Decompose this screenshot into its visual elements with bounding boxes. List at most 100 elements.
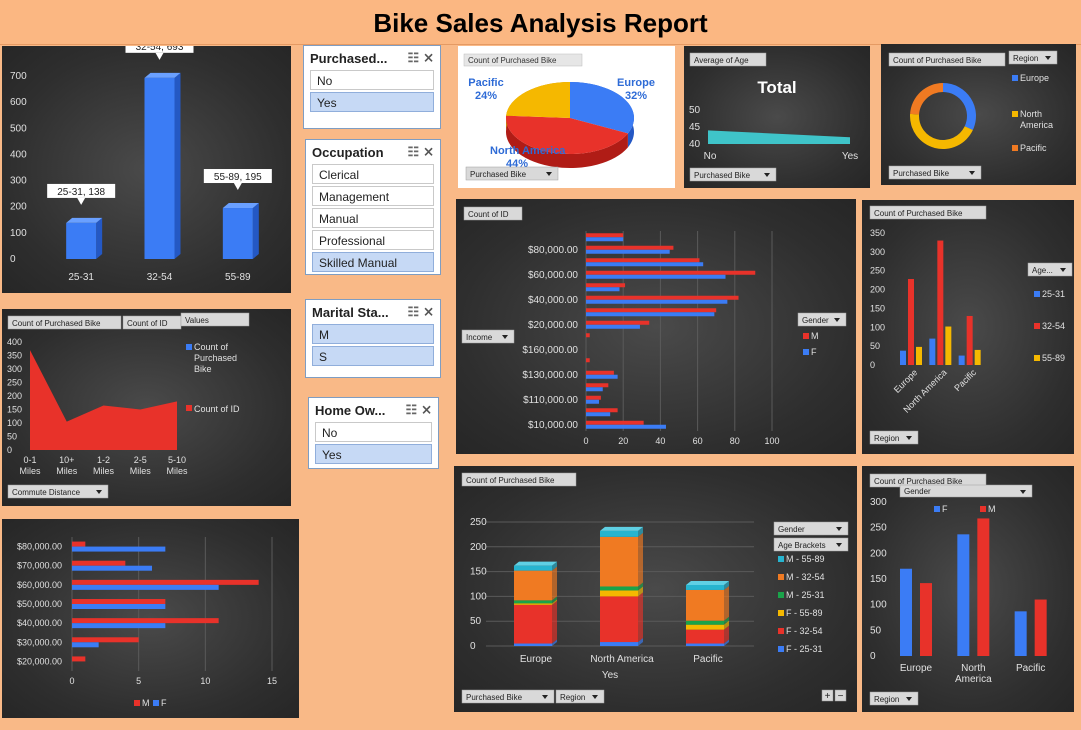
bar-F[interactable]	[586, 237, 624, 242]
bar-M[interactable]	[72, 541, 86, 547]
slicer-item[interactable]: No	[315, 422, 432, 442]
bar-M[interactable]	[72, 656, 86, 662]
clear-filter-icon[interactable]: ⨯	[421, 402, 432, 418]
occupation-slicer[interactable]: Occupation ☷ ⨯ Clerical Management Manual Prof…	[305, 139, 441, 275]
bar-F[interactable]	[957, 534, 970, 656]
bar-M[interactable]	[586, 233, 624, 238]
slicer-item[interactable]: No	[310, 70, 434, 90]
bar-F[interactable]	[586, 424, 666, 429]
bar[interactable]	[66, 222, 97, 259]
stacked-segment[interactable]	[686, 584, 724, 590]
slicer-item[interactable]: Manual	[312, 208, 434, 228]
purchased-bike-slicer[interactable]: Purchased... ☷ ⨯ No Yes	[303, 45, 441, 129]
bar-F[interactable]	[72, 642, 99, 648]
bar-32-54[interactable]	[937, 240, 944, 365]
region-age-bar-chart[interactable]: Count of Purchased Bike 0 50 100 150 200 250 30…	[862, 200, 1074, 454]
bar-55-89[interactable]	[916, 346, 922, 365]
bar-M[interactable]	[586, 383, 609, 388]
bar-M[interactable]	[72, 579, 259, 585]
area-series[interactable]	[30, 350, 177, 450]
bar-M[interactable]	[586, 245, 674, 250]
bar-F[interactable]	[72, 623, 166, 629]
slicer-item[interactable]: Management	[312, 186, 434, 206]
bar-M[interactable]	[72, 637, 139, 643]
bar-M[interactable]	[586, 408, 618, 413]
stacked-segment[interactable]	[600, 590, 638, 597]
bar-F[interactable]	[586, 299, 728, 304]
bar-M[interactable]	[586, 370, 614, 375]
multi-select-icon[interactable]: ☷	[407, 50, 419, 66]
stacked-segment[interactable]	[686, 620, 724, 625]
region-donut-chart[interactable]: Count of Purchased Bike Region Europe North…	[881, 44, 1076, 185]
bar-F[interactable]	[586, 274, 726, 279]
donut-slice[interactable]	[943, 83, 976, 131]
bar-F[interactable]	[586, 262, 704, 267]
bar-F[interactable]	[900, 568, 912, 656]
bar-M[interactable]	[586, 333, 590, 338]
bar-F[interactable]	[586, 287, 620, 292]
bar-25-31[interactable]	[958, 355, 965, 365]
pie-slice[interactable]	[506, 82, 570, 118]
stacked-segment[interactable]	[686, 624, 724, 630]
bar-M[interactable]	[586, 358, 590, 363]
stacked-segment[interactable]	[686, 643, 724, 646]
income-gender-bar-chart[interactable]: Count of ID 0 20 40 60 80 100 $10,000.00 $110,00…	[456, 199, 856, 454]
region-pie-chart[interactable]: Count of Purchased Bike Europe 32% North Am…	[458, 46, 675, 188]
bar-M[interactable]	[586, 258, 700, 263]
bar-M[interactable]	[586, 283, 626, 288]
area-series[interactable]	[708, 130, 850, 144]
bar-M[interactable]	[586, 320, 650, 325]
slicer-item[interactable]: S	[312, 346, 434, 366]
clear-filter-icon[interactable]: ⨯	[423, 50, 434, 66]
bar-F[interactable]	[586, 249, 670, 254]
slicer-item[interactable]: Skilled Manual	[312, 252, 434, 272]
slicer-item[interactable]: Yes	[315, 444, 432, 464]
stacked-segment[interactable]	[600, 586, 638, 591]
donut-slice[interactable]	[910, 83, 943, 115]
bar-25-31[interactable]	[929, 338, 936, 365]
slicer-item[interactable]: Clerical	[312, 164, 434, 184]
commute-distance-area-chart[interactable]: Count of Purchased Bike Count of ID Values…	[2, 309, 291, 506]
stacked-segment[interactable]	[514, 600, 552, 604]
bar-F[interactable]	[72, 565, 152, 571]
multi-select-icon[interactable]: ☷	[407, 304, 419, 320]
stacked-segment[interactable]	[514, 603, 552, 605]
stacked-segment[interactable]	[514, 643, 552, 646]
bar[interactable]	[222, 208, 253, 259]
stacked-segment[interactable]	[686, 589, 724, 621]
bar-32-54[interactable]	[966, 315, 973, 365]
bar-F[interactable]	[72, 546, 166, 552]
bar-M[interactable]	[586, 395, 601, 400]
stacked-segment[interactable]	[514, 565, 552, 571]
marital-status-slicer[interactable]: Marital Sta... ☷ ⨯ M S	[305, 299, 441, 378]
donut-slice[interactable]	[910, 113, 973, 149]
clear-filter-icon[interactable]: ⨯	[423, 144, 434, 160]
clear-filter-icon[interactable]: ⨯	[423, 304, 434, 320]
bar-55-89[interactable]	[974, 349, 981, 365]
bar-M[interactable]	[72, 618, 219, 624]
bar-M[interactable]	[920, 583, 932, 656]
bar-F[interactable]	[1014, 611, 1027, 656]
stacked-segment[interactable]	[600, 596, 638, 643]
income-gender-small-bar-chart[interactable]: 0 5 10 15 $20,000.00 $30,000.00 $40,000.00 $50,…	[2, 519, 299, 718]
bar-F[interactable]	[72, 584, 219, 590]
region-stacked-bar-chart[interactable]: Count of Purchased Bike 0 50 100 150 200 250 Eu…	[454, 466, 857, 712]
stacked-segment[interactable]	[514, 570, 552, 601]
stacked-segment[interactable]	[600, 530, 638, 537]
bar-M[interactable]	[586, 420, 644, 425]
bar-M[interactable]	[586, 295, 739, 300]
stacked-segment[interactable]	[600, 642, 638, 646]
region-gender-bar-chart[interactable]: Count of Purchased Bike Gender F M 0 50 100 150…	[862, 466, 1074, 712]
bar-32-54[interactable]	[908, 279, 914, 365]
bar-F[interactable]	[586, 312, 715, 317]
bar[interactable]	[144, 77, 175, 259]
bar-M[interactable]	[586, 270, 756, 275]
bar-M[interactable]	[72, 560, 126, 566]
bar-M[interactable]	[586, 308, 717, 313]
slicer-item[interactable]: Yes	[310, 92, 434, 112]
bar-M[interactable]	[72, 599, 166, 604]
stacked-segment[interactable]	[600, 536, 638, 587]
slicer-item[interactable]: M	[312, 324, 434, 344]
bar-M[interactable]	[1034, 599, 1047, 656]
stacked-segment[interactable]	[514, 604, 552, 644]
